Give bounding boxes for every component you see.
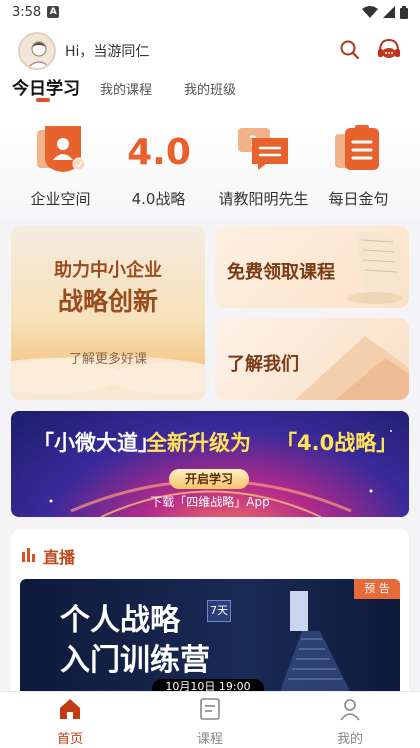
nav-home[interactable]: 首页 <box>30 696 110 747</box>
quick-entry-label: 4.0战略 <box>131 190 186 208</box>
battery-icon <box>400 5 408 19</box>
quick-entry-enterprise-space[interactable]: 企业空间 <box>8 124 113 209</box>
upgrade-banner[interactable]: 「小微大道」 全新升级为 「4.0战略」 开启学习 下载「四维战略」App <box>11 411 409 517</box>
tab-my-courses[interactable]: 我的课程 <box>100 79 152 98</box>
promo-card-line1: 助力中小企业 <box>54 260 162 281</box>
promo-card-line2: 战略创新 <box>57 287 158 316</box>
bar-chart-icon <box>22 548 35 562</box>
enterprise-space-icon <box>33 124 89 174</box>
avatar-person-icon <box>27 41 51 68</box>
daily-quote-icon <box>331 124 387 174</box>
search-button[interactable] <box>338 38 362 62</box>
quick-entries: 企业空间 4.0 4.0战略 ? 请教阳明先生 <box>0 116 420 220</box>
customer-service-icon <box>378 38 400 58</box>
quick-entry-label: 请教阳明先生 <box>218 190 309 208</box>
course-icon <box>200 698 220 720</box>
status-icons <box>362 5 408 19</box>
promo-card-about-us[interactable]: 了解我们 <box>215 318 409 400</box>
wifi-icon <box>362 6 378 18</box>
header-tabs: 今日学习 我的课程 我的班级 <box>0 76 420 116</box>
nav-profile[interactable]: 我的 <box>310 696 390 747</box>
status-time: 3:58 <box>12 4 42 20</box>
start-learning-button[interactable]: 开启学习 <box>169 469 249 489</box>
active-tab-indicator <box>36 98 50 102</box>
tab-my-classes[interactable]: 我的班级 <box>184 79 236 98</box>
nav-courses-label: 课程 <box>196 732 223 747</box>
profile-icon <box>340 699 360 721</box>
promo-card-free-course[interactable]: 免费领取课程 <box>215 226 409 308</box>
tab-today-study[interactable]: 今日学习 <box>12 74 80 99</box>
preview-tag: 预 告 <box>354 579 400 599</box>
strategy-4-icon-text: 4.0 <box>127 132 191 173</box>
live-course-card[interactable]: 个人战略 7天 入门训练营 预 告 10月10日 19:00 <box>20 579 400 691</box>
nav-home-label: 首页 <box>56 732 83 747</box>
home-icon <box>60 699 80 719</box>
quick-entry-daily-quote[interactable]: 每日金句 <box>306 124 411 209</box>
header: Hi，当游同仁 今日学习 我的课程 我的班级 <box>0 24 420 116</box>
banner-caption: 下载「四维战略」App <box>150 495 270 509</box>
live-course-title-line1: 个人战略 <box>60 603 180 638</box>
nav-profile-label: 我的 <box>336 732 363 747</box>
strategy-4-icon: 4.0 <box>127 124 191 174</box>
avatar[interactable] <box>18 32 56 70</box>
quick-entry-label: 每日金句 <box>328 190 389 208</box>
signal-icon <box>383 6 395 18</box>
live-section: 直播 个人战略 7天 入门训练营 预 告 10月10日 19:00 <box>11 529 409 691</box>
quick-entry-ask-mr-yangming[interactable]: ? 请教阳明先生 <box>211 124 316 209</box>
banner-text-part1: 「小微大道」 <box>33 431 159 455</box>
search-icon <box>340 40 360 60</box>
customer-service-button[interactable] <box>375 36 403 64</box>
greeting-text: Hi，当游同仁 <box>65 44 150 60</box>
about-us-title: 了解我们 <box>227 354 299 375</box>
banner-text-part3: 「4.0战略」 <box>276 431 398 455</box>
quick-entry-strategy-4[interactable]: 4.0 4.0战略 <box>106 124 211 209</box>
bottom-nav: 首页 课程 我的 <box>0 691 420 748</box>
live-course-title-line2: 入门训练营 <box>60 643 210 678</box>
promo-card-sme-strategy[interactable]: 助力中小企业 战略创新 了解更多好课 <box>11 226 205 400</box>
notification-badge-icon: A <box>47 6 60 18</box>
nav-courses[interactable]: 课程 <box>170 696 250 747</box>
quick-entry-label: 企业空间 <box>30 190 91 208</box>
banner-text-part2: 全新升级为 <box>146 431 251 455</box>
live-date: 10月10日 19:00 <box>152 679 264 691</box>
live-section-title: 直播 <box>43 548 76 567</box>
free-course-title: 免费领取课程 <box>227 262 335 283</box>
days-badge: 7天 <box>207 600 231 622</box>
status-bar: 3:58 A <box>0 0 420 24</box>
learn-more-link[interactable]: 了解更多好课 <box>11 348 205 367</box>
ask-chat-icon: ? <box>236 124 292 174</box>
